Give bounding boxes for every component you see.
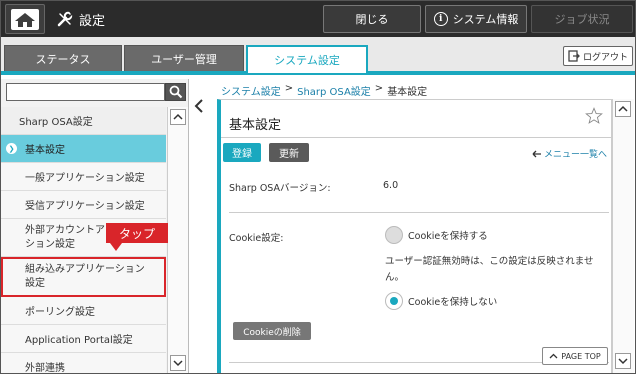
search-input[interactable] <box>6 83 165 101</box>
chevron-left-icon <box>194 99 203 113</box>
sidebar-item-embedded-app[interactable]: 組み込みアプリケーション 設定 <box>1 257 166 297</box>
sidebar-item-general-app[interactable]: 一般アプリケーション設定 <box>1 163 166 191</box>
sidebar-item-label: Application Portal設定 <box>25 335 133 346</box>
scroll-up-button[interactable] <box>170 109 186 125</box>
breadcrumb-separator: > <box>374 83 384 94</box>
search-icon <box>169 85 182 99</box>
star-icon[interactable] <box>585 107 603 125</box>
sidebar-collapse-button[interactable] <box>192 99 206 113</box>
chevron-up-icon <box>618 105 628 112</box>
top-bar: 設定 閉じる i システム情報 ジョブ状況 <box>1 1 635 37</box>
return-icon <box>532 150 541 157</box>
main-panel: 基本設定 登録 更新 メニュー一覧へ Sharp OSAバージョン: 6.0 C… <box>217 99 612 373</box>
scroll-down-button[interactable] <box>170 355 186 371</box>
sidebar-item-receive-app[interactable]: 受信アプリケーション設定 <box>1 191 166 219</box>
tab-system-settings[interactable]: システム設定 <box>246 45 368 73</box>
cookie-label: Cookie設定: <box>229 233 284 244</box>
tab-user-label: ユーザー管理 <box>151 52 217 66</box>
close-button[interactable]: 閉じる <box>323 5 421 33</box>
menu-list-label: メニュー一覧へ <box>543 150 607 160</box>
divider <box>221 137 611 138</box>
radio-circle <box>385 226 403 244</box>
sidebar-item-external-link[interactable]: 外部連携 <box>1 353 166 374</box>
cookie-nokeep-radio[interactable]: Cookieを保持しない <box>385 292 497 310</box>
tab-system-label: システム設定 <box>274 54 340 67</box>
sidebar-scrollbar[interactable] <box>167 107 188 373</box>
sidebar-item-label: 設定 <box>25 278 45 289</box>
update-button[interactable]: 更新 <box>269 143 309 162</box>
breadcrumb-sharp-osa[interactable]: Sharp OSA設定 <box>297 83 371 98</box>
home-button[interactable] <box>5 4 45 34</box>
home-icon <box>11 9 39 30</box>
register-button[interactable]: 登録 <box>223 143 261 162</box>
version-value: 6.0 <box>383 180 399 191</box>
sidebar-item-label: 外部アカウントア <box>25 224 105 236</box>
breadcrumb: システム設定 > Sharp OSA設定 > 基本設定 <box>221 83 427 98</box>
tap-callout-text: タップ <box>118 226 155 241</box>
wrench-icon <box>57 11 73 27</box>
close-button-label: 閉じる <box>355 13 389 26</box>
tap-callout: タップ <box>106 223 168 251</box>
logout-label: ログアウト <box>582 52 628 63</box>
sidebar-item-basic-settings[interactable]: ❯ 基本設定 <box>1 135 166 163</box>
system-info-label: システム情報 <box>452 13 519 26</box>
page-title: 基本設定 <box>229 118 282 133</box>
radio-circle <box>385 292 403 310</box>
page-top-button[interactable]: PAGE TOP <box>542 347 608 365</box>
chevron-right-icon: ❯ <box>6 143 17 154</box>
sidebar-item-label: ション設定 <box>25 238 75 250</box>
divider <box>229 212 609 213</box>
app-window: 設定 閉じる i システム情報 ジョブ状況 ステータス ユーザー管理 システム設… <box>0 0 636 374</box>
system-info-button[interactable]: i システム情報 <box>425 5 527 33</box>
tab-user-management[interactable]: ユーザー管理 <box>124 45 244 71</box>
breadcrumb-separator: > <box>284 83 294 94</box>
job-status-button[interactable]: ジョブ状況 <box>531 5 633 33</box>
version-label: Sharp OSAバージョン: <box>229 183 331 194</box>
cookie-nokeep-label: Cookieを保持しない <box>408 297 498 308</box>
tab-status-label: ステータス <box>35 52 91 66</box>
cookie-keep-radio[interactable]: Cookieを保持する <box>385 226 488 244</box>
tab-status[interactable]: ステータス <box>4 45 122 71</box>
sidebar-item-sharp-osa[interactable]: Sharp OSA設定 <box>1 107 166 135</box>
cookie-delete-button[interactable]: Cookieの削除 <box>233 322 311 340</box>
search-button[interactable] <box>165 83 186 101</box>
logout-icon <box>568 50 580 62</box>
breadcrumb-system-settings[interactable]: システム設定 <box>221 83 281 98</box>
sidebar-item-label: ポーリング設定 <box>25 307 95 318</box>
cookie-delete-label: Cookieの削除 <box>243 327 301 338</box>
sidebar-item-label: 外部連携 <box>25 363 65 374</box>
sidebar-item-label: Sharp OSA設定 <box>19 117 93 128</box>
cookie-keep-label: Cookieを保持する <box>408 231 488 242</box>
sidebar-item-label: 基本設定 <box>25 145 65 156</box>
logout-button[interactable]: ログアウト <box>563 46 633 66</box>
settings-title-text: 設定 <box>79 13 106 29</box>
chevron-up-icon <box>549 353 558 358</box>
settings-title: 設定 <box>57 1 105 37</box>
update-button-label: 更新 <box>279 149 299 160</box>
scroll-down-button[interactable] <box>615 353 631 369</box>
register-button-label: 登録 <box>232 149 252 160</box>
main-scrollbar[interactable] <box>612 99 634 373</box>
scroll-up-button[interactable] <box>615 101 631 117</box>
sidebar-item-polling[interactable]: ポーリング設定 <box>1 297 166 325</box>
sidebar-item-label: 一般アプリケーション設定 <box>25 173 145 184</box>
chevron-up-icon <box>173 113 183 120</box>
page-top-label: PAGE TOP <box>561 351 601 361</box>
cookie-note: ユーザー認証無効時は、この設定は反映されません。 <box>385 256 594 283</box>
breadcrumb-current: 基本設定 <box>387 87 428 98</box>
sidebar-item-label: 受信アプリケーション設定 <box>25 201 145 212</box>
info-icon: i <box>433 12 448 26</box>
sidebar-item-application-portal[interactable]: Application Portal設定 <box>1 325 166 353</box>
sidebar-item-label: 組み込みアプリケーション <box>25 264 145 275</box>
menu-list-link[interactable]: メニュー一覧へ <box>532 147 607 160</box>
chevron-down-icon <box>173 360 183 367</box>
job-status-label: ジョブ状況 <box>554 13 610 26</box>
tab-bar: ステータス ユーザー管理 システム設定 ログアウト <box>1 37 635 75</box>
chevron-down-icon <box>618 358 628 365</box>
